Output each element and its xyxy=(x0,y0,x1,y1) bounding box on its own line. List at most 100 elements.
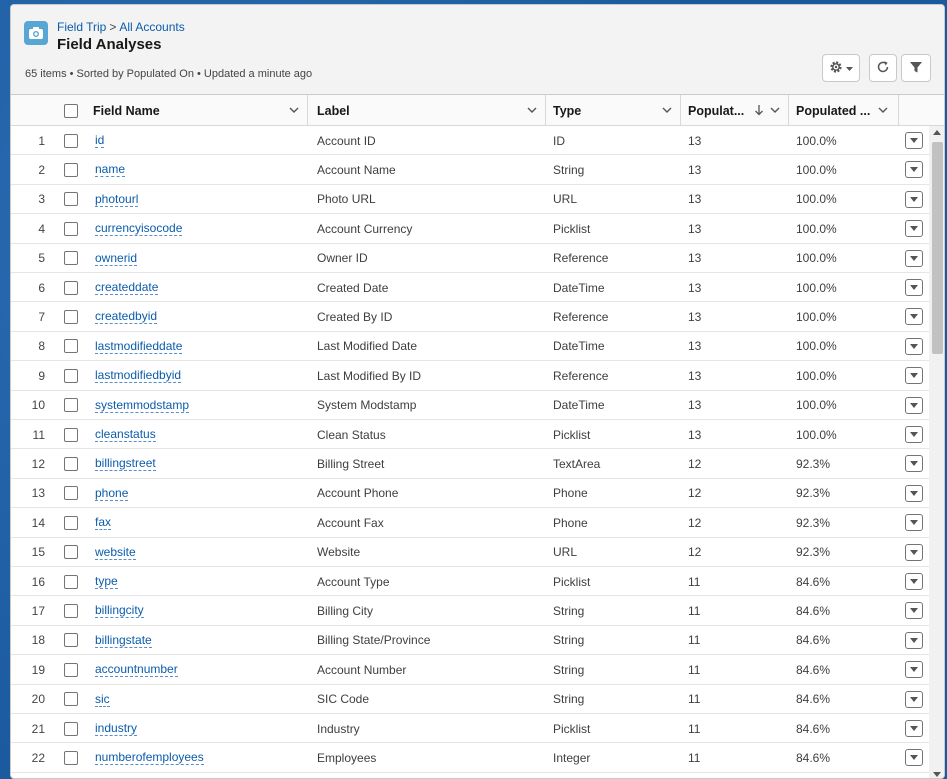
populated-pct-cell: 100.0% xyxy=(796,398,837,413)
field-name-link[interactable]: systemmodstamp xyxy=(95,398,190,413)
chevron-down-icon[interactable] xyxy=(289,104,299,118)
label-cell: Industry xyxy=(317,721,360,736)
row-actions-button[interactable] xyxy=(905,190,923,208)
field-name-link[interactable]: website xyxy=(95,545,136,560)
field-name-link[interactable]: currencyisocode xyxy=(95,221,183,237)
row-checkbox[interactable] xyxy=(64,221,78,236)
row-actions-button[interactable] xyxy=(905,661,923,679)
field-name-link[interactable]: numberofemployees xyxy=(95,750,204,766)
row-actions-button[interactable] xyxy=(905,308,923,326)
vertical-scrollbar[interactable] xyxy=(929,126,944,778)
filter-button[interactable] xyxy=(901,54,931,82)
field-name-link[interactable]: photourl xyxy=(95,192,139,207)
row-actions-button[interactable] xyxy=(905,426,923,443)
row-number: 10 xyxy=(31,398,45,413)
row-actions-button[interactable] xyxy=(905,543,923,561)
label-cell: Account Phone xyxy=(317,486,399,501)
row-checkbox[interactable] xyxy=(64,162,78,177)
row-checkbox[interactable] xyxy=(64,515,78,530)
row-actions-button[interactable] xyxy=(905,484,923,502)
field-name-link[interactable]: billingstate xyxy=(95,633,152,648)
row-actions-button[interactable] xyxy=(905,690,923,708)
table-row: 8 lastmodifieddate Last Modified Date DateT… xyxy=(11,332,929,362)
row-checkbox[interactable] xyxy=(64,133,78,148)
chevron-down-icon xyxy=(910,696,918,702)
row-checkbox[interactable] xyxy=(64,280,78,295)
field-name-link[interactable]: createddate xyxy=(95,280,159,295)
row-checkbox[interactable] xyxy=(64,427,78,442)
row-checkbox[interactable] xyxy=(64,398,78,413)
field-name-link[interactable]: industry xyxy=(95,721,138,736)
column-header-field-name[interactable]: Field Name xyxy=(85,95,307,126)
row-checkbox[interactable] xyxy=(64,486,78,501)
field-name-link[interactable]: accountnumber xyxy=(95,662,178,678)
row-checkbox[interactable] xyxy=(64,251,78,266)
row-actions-button[interactable] xyxy=(905,514,923,532)
row-actions-button[interactable] xyxy=(905,631,923,649)
field-name-link[interactable]: cleanstatus xyxy=(95,427,156,442)
row-actions-button[interactable] xyxy=(905,602,923,620)
column-header-type[interactable]: Type xyxy=(545,95,680,126)
row-actions-button[interactable] xyxy=(905,367,923,385)
row-checkbox[interactable] xyxy=(64,633,78,648)
row-checkbox[interactable] xyxy=(64,662,78,677)
row-actions-button[interactable] xyxy=(905,573,923,590)
field-name-link[interactable]: billingcity xyxy=(95,603,144,619)
scroll-down-arrow-icon[interactable] xyxy=(933,772,941,777)
row-checkbox[interactable] xyxy=(64,368,78,383)
scroll-up-arrow-icon[interactable] xyxy=(933,130,941,135)
list-settings-button[interactable] xyxy=(822,54,860,82)
row-actions-button[interactable] xyxy=(905,720,923,737)
row-checkbox[interactable] xyxy=(64,692,78,707)
row-actions-button[interactable] xyxy=(905,337,923,355)
chevron-down-icon[interactable] xyxy=(770,104,780,118)
column-header-populated-pct[interactable]: Populated ... xyxy=(788,95,898,126)
breadcrumb-parent-link[interactable]: Field Trip xyxy=(57,20,106,34)
row-checkbox[interactable] xyxy=(64,721,78,736)
field-name-link[interactable]: createdbyid xyxy=(95,309,158,325)
column-header-populated-on[interactable]: Populat... xyxy=(680,95,788,126)
row-actions-button[interactable] xyxy=(905,279,923,296)
row-actions-button[interactable] xyxy=(905,749,923,767)
row-checkbox[interactable] xyxy=(64,574,78,589)
row-actions-button[interactable] xyxy=(905,249,923,267)
row-checkbox[interactable] xyxy=(64,339,78,354)
row-checkbox[interactable] xyxy=(64,545,78,560)
field-name-link[interactable]: name xyxy=(95,162,126,178)
field-name-link[interactable]: ownerid xyxy=(95,251,138,266)
populated-on-cell: 13 xyxy=(688,339,702,354)
row-actions-button[interactable] xyxy=(905,396,923,414)
row-actions-button[interactable] xyxy=(905,455,923,473)
row-checkbox[interactable] xyxy=(64,456,78,471)
field-name-link[interactable]: sic xyxy=(95,692,110,707)
row-checkbox[interactable] xyxy=(64,309,78,324)
row-number: 16 xyxy=(31,574,45,589)
row-actions-button[interactable] xyxy=(905,132,923,149)
row-number: 19 xyxy=(31,662,45,677)
chevron-down-icon[interactable] xyxy=(878,104,888,118)
field-name-link[interactable]: fax xyxy=(95,515,112,531)
select-all-checkbox[interactable] xyxy=(64,103,78,118)
row-checkbox[interactable] xyxy=(64,603,78,618)
chevron-down-icon[interactable] xyxy=(662,104,672,118)
row-actions-button[interactable] xyxy=(905,161,923,179)
column-divider[interactable] xyxy=(898,95,899,126)
populated-on-cell: 13 xyxy=(688,221,702,236)
row-actions-button[interactable] xyxy=(905,220,923,238)
field-name-link[interactable]: billingstreet xyxy=(95,456,156,472)
column-divider[interactable] xyxy=(307,95,308,126)
field-name-cell: sic xyxy=(95,685,110,714)
column-header-label[interactable]: Label xyxy=(309,95,545,126)
field-name-link[interactable]: lastmodifieddate xyxy=(95,339,183,354)
field-name-link[interactable]: id xyxy=(95,133,105,148)
row-checkbox[interactable] xyxy=(64,750,78,765)
row-checkbox[interactable] xyxy=(64,192,78,207)
scroll-thumb[interactable] xyxy=(932,142,943,354)
field-name-link[interactable]: lastmodifiedbyid xyxy=(95,368,182,384)
refresh-button[interactable] xyxy=(869,54,897,82)
field-name-link[interactable]: type xyxy=(95,574,118,589)
field-name-link[interactable]: phone xyxy=(95,486,129,501)
row-action-cell xyxy=(905,626,923,655)
chevron-down-icon[interactable] xyxy=(527,104,537,118)
breadcrumb-current-link[interactable]: All Accounts xyxy=(119,20,184,34)
